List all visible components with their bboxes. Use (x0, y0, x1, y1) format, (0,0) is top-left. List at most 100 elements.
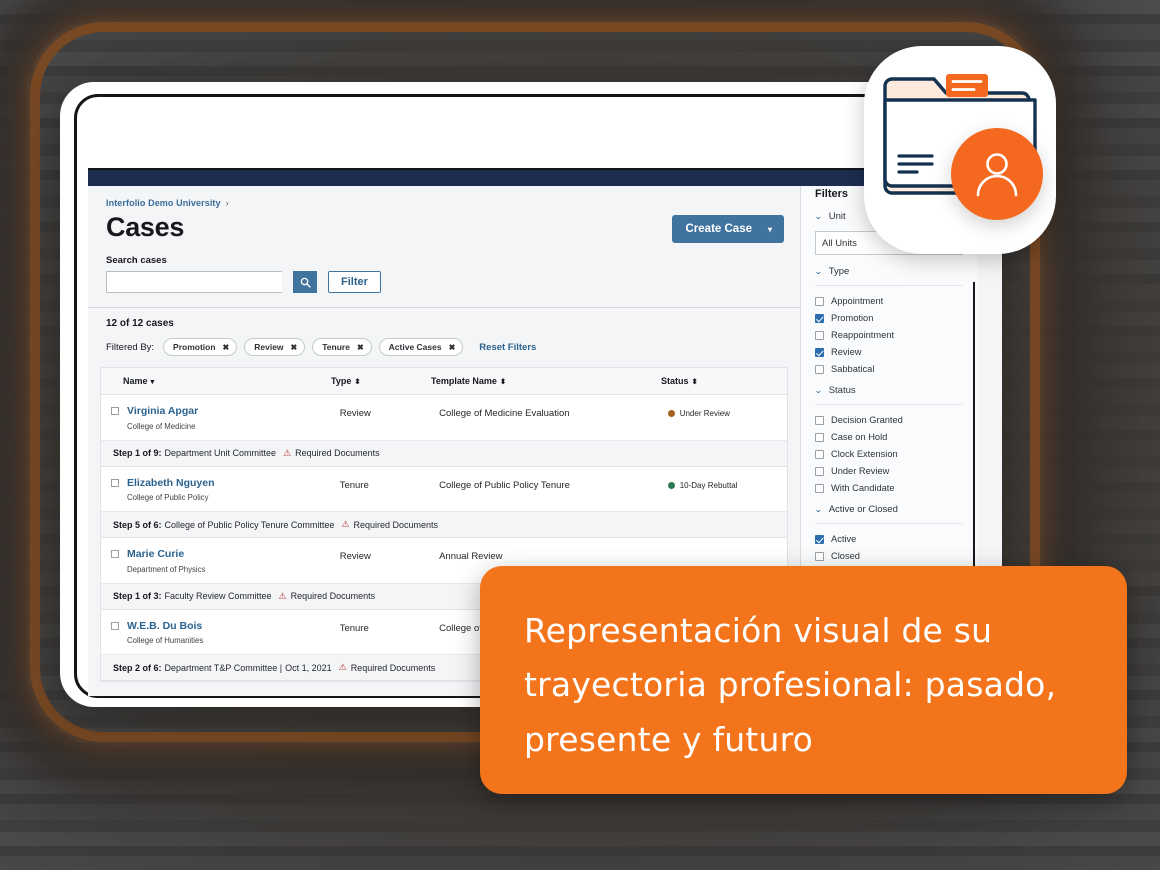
breadcrumb: Interfolio Demo University › (88, 186, 800, 208)
filter-chip[interactable]: Tenure ✖ (312, 338, 372, 356)
checkbox[interactable] (815, 483, 824, 493)
close-icon[interactable]: ✖ (223, 343, 230, 352)
checkbox[interactable] (815, 296, 824, 306)
column-header-name[interactable]: Name ▾ (101, 376, 331, 386)
sort-arrow-icon: ▾ (150, 377, 155, 386)
close-icon[interactable]: ✖ (449, 343, 456, 352)
checkbox[interactable] (815, 551, 824, 561)
table-header-row: Name ▾ Type ⬍ Template Name ⬍ Status ⬍ (101, 368, 787, 395)
filter-option-active[interactable]: Active (815, 534, 963, 544)
step-prefix: Step 1 of 9: (113, 448, 162, 459)
search-icon[interactable] (293, 271, 317, 293)
column-header-status[interactable]: Status ⬍ (661, 376, 781, 386)
person-avatar-icon (951, 128, 1043, 220)
checkbox[interactable] (815, 330, 824, 340)
status-badge (668, 549, 787, 552)
checkbox[interactable] (815, 432, 824, 442)
table-row[interactable]: Virginia Apgar College of Medicine Revie… (101, 395, 787, 467)
required-documents-label: Required Documents (295, 448, 380, 459)
filter-option-review[interactable]: Review (815, 347, 963, 357)
filter-option-label: Closed (831, 551, 860, 561)
filter-group-header[interactable]: ⌄ Active or Closed (814, 504, 963, 515)
reset-filters-link[interactable]: Reset Filters (479, 342, 536, 353)
status-badge: Under Review (667, 406, 787, 418)
checkbox[interactable] (815, 415, 824, 425)
filter-option-reappointment[interactable]: Reappointment (815, 330, 963, 340)
filter-chip[interactable]: Review ✖ (244, 338, 306, 356)
filter-option-label: Under Review (831, 466, 890, 476)
row-checkbox[interactable] (111, 621, 119, 630)
filter-option-with-candidate[interactable]: With Candidate (815, 483, 963, 493)
checkbox-checked[interactable] (815, 313, 824, 323)
filter-option-sabbatical[interactable]: Sabbatical (815, 364, 963, 374)
warning-triangle-icon: ⚠ (341, 519, 350, 530)
filter-option-decision-granted[interactable]: Decision Granted (815, 415, 963, 425)
case-type: Tenure (339, 622, 369, 634)
case-name-link[interactable]: Marie Curie (127, 549, 340, 561)
case-name-link[interactable]: Elizabeth Nguyen (127, 477, 340, 490)
column-header-label: Status (661, 376, 689, 386)
chevron-down-icon: ▾ (767, 224, 772, 234)
case-name-link[interactable]: Virginia Apgar (127, 405, 340, 418)
filter-option-label: Appointment (831, 296, 884, 306)
breadcrumb-separator: › (225, 198, 229, 208)
case-type: Tenure (339, 479, 369, 491)
column-header-template-name[interactable]: Template Name ⬍ (431, 376, 661, 386)
checkbox-checked[interactable] (815, 534, 824, 544)
row-checkbox[interactable] (111, 478, 119, 487)
breadcrumb-link-university[interactable]: Interfolio Demo University (106, 198, 221, 208)
chevron-down-icon: ⌄ (814, 386, 823, 395)
filter-option-case-on-hold[interactable]: Case on Hold (815, 432, 963, 442)
step-committee: Faculty Review Committee (164, 591, 272, 602)
filter-option-label: Review (831, 347, 862, 357)
step-prefix: Step 1 of 3: (113, 591, 162, 602)
table-row[interactable]: Elizabeth Nguyen College of Public Polic… (101, 466, 787, 539)
checkbox[interactable] (815, 449, 824, 459)
case-department: College of Public Policy (127, 493, 209, 503)
filter-option-closed[interactable]: Closed (815, 551, 963, 561)
case-name-link[interactable]: W.E.B. Du Bois (127, 620, 340, 633)
row-checkbox[interactable] (111, 407, 119, 415)
checkbox[interactable] (815, 364, 824, 374)
create-case-button[interactable]: Create Case ▾ (671, 215, 784, 243)
filter-option-appointment[interactable]: Appointment (815, 296, 963, 306)
filter-chip[interactable]: Active Cases ✖ (378, 338, 464, 356)
row-checkbox[interactable] (111, 550, 119, 559)
filter-group-active-or-closed: ⌄ Active or Closed Active Closed (814, 504, 963, 561)
filter-group-status: ⌄ Status Decision Granted Case on Hold C… (814, 385, 963, 493)
filter-option-promotion[interactable]: Promotion (815, 313, 963, 323)
filter-option-label: Promotion (831, 313, 874, 323)
filter-button[interactable]: Filter (328, 271, 381, 293)
checkbox[interactable] (815, 466, 824, 476)
filter-option-label: Sabbatical (831, 364, 875, 374)
checkbox-checked[interactable] (815, 347, 824, 357)
filter-option-label: Decision Granted (831, 415, 903, 425)
column-header-label: Template Name (431, 376, 497, 386)
case-template: College of Public Policy Tenure (439, 479, 570, 491)
sort-arrow-icon: ⬍ (691, 377, 698, 386)
caption-card: Representación visual de su trayectoria … (480, 566, 1127, 794)
filter-chip-label: Review (254, 342, 284, 352)
step-date: Oct 1, 2021 (285, 662, 332, 673)
filter-group-header[interactable]: ⌄ Status (814, 385, 963, 396)
filter-chip-label: Tenure (322, 342, 350, 352)
close-icon[interactable]: ✖ (357, 343, 364, 352)
filter-group-header[interactable]: ⌄ Type (814, 266, 963, 277)
chevron-down-icon: ⌄ (814, 212, 823, 221)
warning-triangle-icon: ⚠ (278, 590, 287, 601)
column-header-type[interactable]: Type ⬍ (331, 376, 431, 386)
filter-option-label: Active (831, 534, 857, 544)
search-row: Filter (88, 266, 800, 293)
filtered-by-label: Filtered By: (106, 341, 155, 353)
close-icon[interactable]: ✖ (291, 343, 298, 352)
required-documents-label: Required Documents (350, 662, 436, 673)
filter-group-label: Type (828, 266, 850, 277)
search-input[interactable] (106, 271, 282, 293)
filter-option-under-review[interactable]: Under Review (815, 466, 963, 476)
case-template: College of Medicine Evaluation (439, 408, 570, 419)
case-template: Annual Review (439, 551, 503, 563)
filter-option-clock-extension[interactable]: Clock Extension (815, 449, 963, 459)
filter-group-label: Unit (828, 211, 846, 222)
filter-chip[interactable]: Promotion ✖ (163, 338, 238, 356)
column-header-label: Name (123, 376, 148, 386)
